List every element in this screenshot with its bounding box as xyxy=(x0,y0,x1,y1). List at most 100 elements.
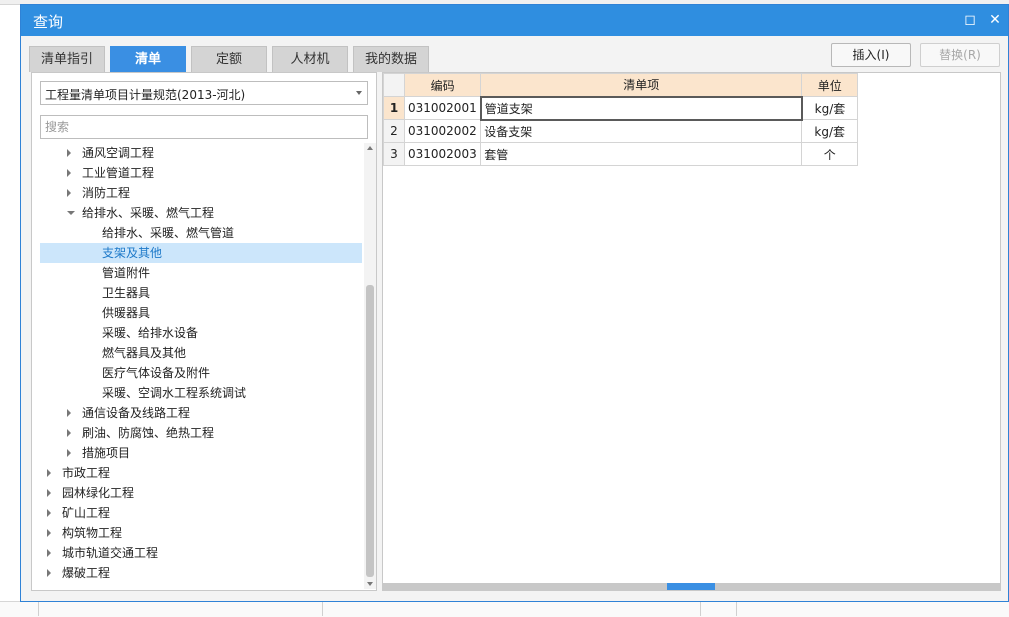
tree-item-label: 燃气器具及其他 xyxy=(102,346,187,360)
chevron-down-icon[interactable] xyxy=(356,91,362,95)
background-divider xyxy=(322,601,323,616)
cell-unit[interactable]: kg/套 xyxy=(801,96,859,120)
collapsed-arrow-icon[interactable] xyxy=(67,189,71,197)
cell-name[interactable]: 设备支架 xyxy=(480,119,803,143)
tree-item-label: 给排水、采暖、燃气管道 xyxy=(102,226,235,240)
table-row[interactable]: 1 031002001 管道支架 kg/套 xyxy=(383,95,859,121)
collapsed-arrow-icon[interactable] xyxy=(47,549,51,557)
cell-unit[interactable]: kg/套 xyxy=(801,119,859,143)
dialog-titlebar[interactable]: 查询 ◻ ✕ xyxy=(21,5,1008,36)
table-row[interactable]: 3 031002003 套管 个 xyxy=(383,142,859,166)
tree-item[interactable]: 供暖器具 xyxy=(40,303,362,323)
collapsed-arrow-icon[interactable] xyxy=(47,529,51,537)
tree-item[interactable]: 城市轨道交通工程 xyxy=(40,543,362,563)
query-dialog: 查询 ◻ ✕ 清单指引 清单 定额 人材机 我的数据 插入(I) 替换(R) 工… xyxy=(20,4,1009,602)
tree-item-label: 给排水、采暖、燃气工程 xyxy=(82,206,215,220)
tree-item-label: 市政工程 xyxy=(62,466,111,480)
cell-name[interactable]: 套管 xyxy=(480,142,803,166)
collapsed-arrow-icon[interactable] xyxy=(47,469,51,477)
header-corner xyxy=(383,73,405,97)
tree-item-label: 矿山工程 xyxy=(62,506,111,520)
tree-item-label: 支架及其他 xyxy=(102,246,163,260)
scroll-up-icon[interactable] xyxy=(367,146,373,150)
tree-item-label: 消防工程 xyxy=(82,186,131,200)
header-name[interactable]: 清单项 xyxy=(480,73,803,97)
tree-item[interactable]: 燃气器具及其他 xyxy=(40,343,362,363)
collapsed-arrow-icon[interactable] xyxy=(67,409,71,417)
tree-item[interactable]: 采暖、空调水工程系统调试 xyxy=(40,383,362,403)
search-input[interactable] xyxy=(40,115,368,139)
tree-item-label: 医疗气体设备及附件 xyxy=(102,366,211,380)
tab-quota[interactable]: 定额 xyxy=(191,46,267,72)
row-number: 3 xyxy=(383,142,405,166)
collapsed-arrow-icon[interactable] xyxy=(67,429,71,437)
scrollbar-thumb[interactable] xyxy=(366,285,374,577)
tree-item[interactable]: 措施项目 xyxy=(40,443,362,463)
cell-unit[interactable]: 个 xyxy=(801,142,859,166)
maximize-icon[interactable]: ◻ xyxy=(960,10,980,30)
cell-code[interactable]: 031002001 xyxy=(403,96,482,120)
collapsed-arrow-icon[interactable] xyxy=(67,169,71,177)
replace-button[interactable]: 替换(R) xyxy=(920,43,1000,67)
tree-item-label: 工业管道工程 xyxy=(82,166,155,180)
category-tree: 通风空调工程 工业管道工程 消防工程给排水、采暖、燃气工程给排水、采暖、燃气管道 支架… xyxy=(40,143,362,589)
tree-item-label: 园林绿化工程 xyxy=(62,486,135,500)
tab-bill-guide[interactable]: 清单指引 xyxy=(29,46,105,72)
tab-labor-material-machine[interactable]: 人材机 xyxy=(272,46,348,72)
tree-item-label: 采暖、空调水工程系统调试 xyxy=(102,386,247,400)
tree-item-label: 卫生器具 xyxy=(102,286,151,300)
header-unit[interactable]: 单位 xyxy=(801,73,859,97)
cell-code[interactable]: 031002002 xyxy=(403,119,482,143)
tree-item[interactable]: 采暖、给排水设备 xyxy=(40,323,362,343)
tree-item-label: 刷油、防腐蚀、绝热工程 xyxy=(82,426,215,440)
close-icon[interactable]: ✕ xyxy=(985,10,1005,30)
tree-item[interactable]: 卫生器具 xyxy=(40,283,362,303)
table-header: 编码 清单项 单位 xyxy=(383,73,859,97)
tree-item[interactable]: 爆破工程 xyxy=(40,563,362,583)
tree-item[interactable]: 工业管道工程 xyxy=(40,163,362,183)
cell-code[interactable]: 031002003 xyxy=(403,142,482,166)
header-code[interactable]: 编码 xyxy=(403,73,482,97)
tab-my-data[interactable]: 我的数据 xyxy=(353,46,429,72)
collapsed-arrow-icon[interactable] xyxy=(47,489,51,497)
bill-items-panel: 编码 清单项 单位 1 031002001 管道支架 kg/套 2 031002… xyxy=(382,72,1001,591)
background-divider xyxy=(700,601,701,616)
tree-item[interactable]: 支架及其他 xyxy=(40,243,362,263)
category-panel: 工程量清单项目计量规范(2013-河北) 通风空调工程工业管道工程消防工程给排水… xyxy=(31,72,377,591)
tree-item[interactable]: 通风空调工程 xyxy=(40,143,362,163)
tree-item-label: 城市轨道交通工程 xyxy=(62,546,159,560)
row-number: 2 xyxy=(383,119,405,143)
tree-item[interactable]: 管道附件 xyxy=(40,263,362,283)
horizontal-scrollbar[interactable] xyxy=(383,583,1000,590)
background-divider xyxy=(736,601,737,616)
dialog-title: 查询 xyxy=(33,13,64,31)
collapsed-arrow-icon[interactable] xyxy=(67,449,71,457)
insert-button[interactable]: 插入(I) xyxy=(831,43,911,67)
tree-item[interactable]: 消防工程 xyxy=(40,183,362,203)
cell-name[interactable]: 管道支架 xyxy=(479,95,803,121)
bill-items-table: 编码 清单项 单位 1 031002001 管道支架 kg/套 2 031002… xyxy=(383,73,859,166)
tree-item[interactable]: 医疗气体设备及附件 xyxy=(40,363,362,383)
collapsed-arrow-icon[interactable] xyxy=(67,149,71,157)
tree-item-label: 通风空调工程 xyxy=(82,146,155,160)
expanded-arrow-icon[interactable] xyxy=(67,211,75,215)
tree-scrollbar[interactable] xyxy=(364,143,376,589)
tree-item[interactable]: 给排水、采暖、燃气管道 xyxy=(40,223,362,243)
tree-item-label: 管道附件 xyxy=(102,266,151,280)
scroll-down-icon[interactable] xyxy=(367,582,373,586)
collapsed-arrow-icon[interactable] xyxy=(47,569,51,577)
tab-bill[interactable]: 清单 xyxy=(110,46,186,72)
tree-item[interactable]: 刷油、防腐蚀、绝热工程 xyxy=(40,423,362,443)
spec-select[interactable]: 工程量清单项目计量规范(2013-河北) xyxy=(40,81,368,105)
splitter-handle[interactable] xyxy=(667,583,715,590)
tree-item[interactable]: 矿山工程 xyxy=(40,503,362,523)
tree-item[interactable]: 通信设备及线路工程 xyxy=(40,403,362,423)
tree-item[interactable]: 园林绿化工程 xyxy=(40,483,362,503)
table-row[interactable]: 2 031002002 设备支架 kg/套 xyxy=(383,119,859,143)
tree-item[interactable]: 构筑物工程 xyxy=(40,523,362,543)
background-divider xyxy=(38,601,39,616)
collapsed-arrow-icon[interactable] xyxy=(47,509,51,517)
background-table-bottom xyxy=(0,601,1009,617)
tree-item[interactable]: 给排水、采暖、燃气工程 xyxy=(40,203,362,223)
tree-item[interactable]: 市政工程 xyxy=(40,463,362,483)
